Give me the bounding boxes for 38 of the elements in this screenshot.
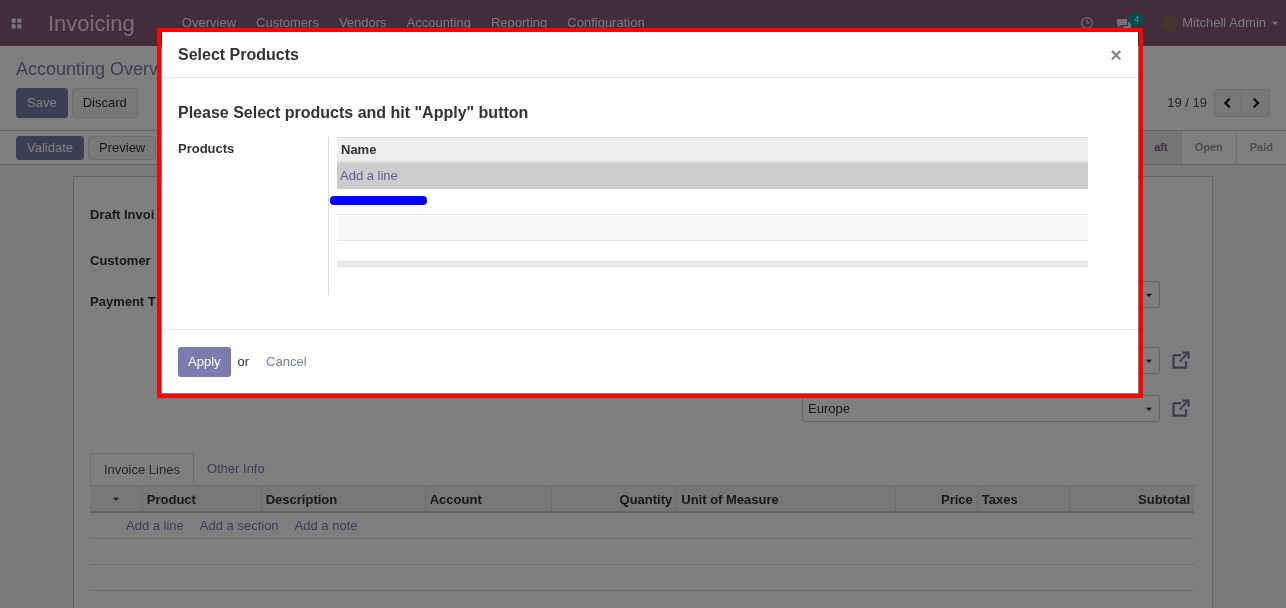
add-link[interactable]: Add a section [199,515,279,536]
column-header[interactable]: Account [424,486,551,511]
external-link-icon[interactable] [1171,398,1191,418]
column-header[interactable]: Subtotal [1069,486,1195,511]
pager-value: 19 / 19 [1167,94,1207,113]
dialog-title: Select Products [178,44,299,65]
app-title: Invoicing [48,9,135,38]
column-header[interactable]: Unit of Measure [676,486,896,511]
add-line-link[interactable]: Add a line [337,163,1088,189]
apps-menu-icon[interactable] [10,16,23,30]
tab[interactable]: Invoice Lines [90,453,194,485]
dialog-heading: Please Select products and hit "Apply" button [178,103,529,123]
add-link[interactable]: Add a line [126,515,184,536]
preview-button[interactable]: Preview [88,135,157,160]
close-button[interactable]: × [1110,44,1122,65]
status-stage[interactable]: aft [1140,131,1181,164]
column-header[interactable]: Taxes [976,486,1070,511]
tab[interactable]: Other Info [193,453,278,485]
separator-text: or [237,352,250,371]
notification-badge: 4 [1129,13,1145,26]
apply-button[interactable]: Apply [178,346,231,377]
field-label: Payment T [90,293,156,311]
column-header[interactable]: Price [895,486,977,511]
field-label: Customer [90,252,151,270]
validate-button[interactable]: Validate [16,135,84,160]
clock-icon[interactable] [1080,16,1095,30]
external-link-icon[interactable] [1171,350,1191,370]
save-button[interactable]: Save [16,88,68,118]
user-name[interactable]: Mitchell Admin [1182,13,1266,33]
column-header[interactable]: Name [337,137,1088,163]
column-header[interactable]: Description [260,486,425,511]
field-label: Products [178,140,235,158]
cancel-link[interactable]: Cancel [266,351,307,372]
column-header[interactable]: Product [141,486,261,511]
column-header[interactable]: Quantity [550,486,677,511]
add-link[interactable]: Add a note [294,515,358,536]
discard-button[interactable]: Discard [71,88,138,118]
form-title: Draft Invoi [90,206,155,224]
